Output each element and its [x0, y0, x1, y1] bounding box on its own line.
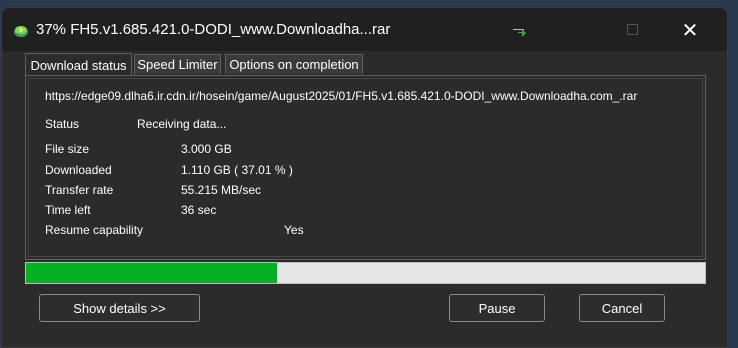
status-label: Status — [45, 117, 80, 131]
downloaded-label: Downloaded — [45, 163, 112, 177]
resume-capability-value: Yes — [284, 223, 304, 237]
tab-download-status[interactable]: Download status — [25, 53, 132, 76]
download-manager-icon — [14, 26, 28, 37]
status-value: Receiving data... — [137, 117, 227, 131]
transfer-rate-value: 55.215 MB/sec — [181, 183, 262, 197]
minimize-icon — [512, 29, 524, 30]
close-button[interactable]: ✕ — [664, 8, 716, 51]
window-title: 37% FH5.v1.685.421.0-DODI_www.Downloadha… — [36, 21, 391, 38]
maximize-icon — [626, 24, 638, 35]
show-details-button[interactable]: Show details >> — [39, 294, 200, 322]
downloaded-value: 1.110 GB ( 37.01 % ) — [181, 163, 293, 177]
time-left-value: 36 sec — [181, 203, 217, 217]
title-bar[interactable]: 37% FH5.v1.685.421.0-DODI_www.Downloadha… — [2, 8, 727, 51]
transfer-rate-label: Transfer rate — [45, 183, 114, 197]
progress-bar-fill — [26, 263, 278, 283]
tab-speed-limiter[interactable]: Speed Limiter — [134, 54, 221, 74]
status-panel-inner: https://edge09.dlha6.ir.cdn.ir/hosein/ga… — [28, 78, 703, 257]
tab-options-on-completion[interactable]: Options on completion — [225, 54, 363, 74]
download-url: https://edge09.dlha6.ir.cdn.ir/hosein/ga… — [45, 89, 638, 103]
maximize-button[interactable] — [606, 8, 658, 51]
close-icon: ✕ — [681, 17, 699, 42]
pause-button[interactable]: Pause — [449, 294, 545, 322]
minimize-button[interactable] — [492, 8, 544, 51]
file-size-value: 3.000 GB — [181, 142, 232, 156]
time-left-label: Time left — [45, 203, 91, 217]
cancel-button[interactable]: Cancel — [579, 294, 665, 322]
download-progress-bar — [25, 262, 706, 284]
download-status-panel: https://edge09.dlha6.ir.cdn.ir/hosein/ga… — [25, 75, 706, 260]
resume-capability-label: Resume capability — [45, 223, 144, 237]
file-size-label: File size — [45, 142, 90, 156]
